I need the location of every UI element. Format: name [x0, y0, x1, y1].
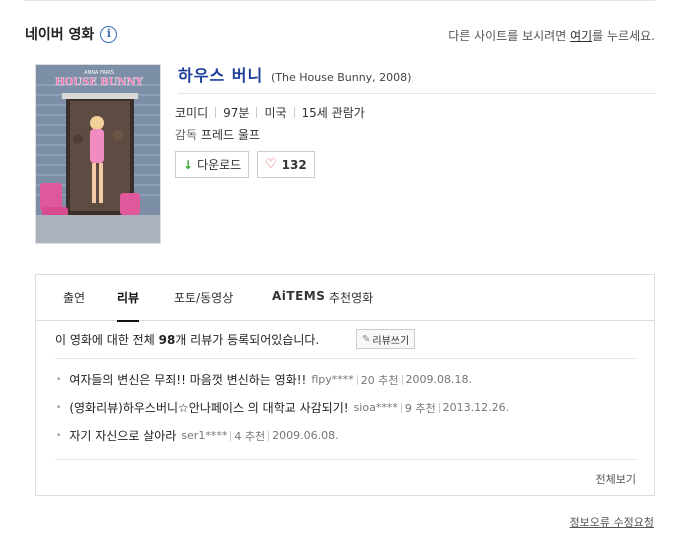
genre: 코미디 [175, 106, 209, 120]
movie-original-title: (The House Bunny, 2008) [271, 71, 412, 84]
external-site-note: 다른 사이트를 보시려면 여기를 누르세요. [448, 29, 655, 43]
separator [293, 107, 295, 118]
svg-text:HOUSE BUNNY: HOUSE BUNNY [55, 77, 144, 88]
report-error-link[interactable]: 정보오류 수정요청 [570, 514, 654, 530]
review-recommend: 9 추천 [404, 401, 436, 415]
review-count-text: 이 영화에 대한 전체 98개 리뷰가 등록되어있습니다. [55, 333, 320, 347]
review-date: 2009.06.08. [272, 429, 339, 442]
review-date: 2009.08.18. [405, 373, 472, 386]
separator [401, 374, 403, 385]
top-divider [24, 0, 655, 1]
download-button[interactable]: ↓ 다운로드 [175, 151, 250, 178]
review-count: 98 [158, 333, 176, 347]
divider [55, 358, 637, 359]
review-item[interactable]: • 자기 자신으로 살아라 ser1**** 4 추천 2009.06.08. [56, 427, 339, 444]
svg-text:ANNA FARIS: ANNA FARIS [84, 70, 114, 76]
review-user: ser1**** [181, 429, 228, 442]
review-title[interactable]: 여자들의 변신은 무죄!! 마음껏 변신하는 영화!! [69, 371, 306, 388]
pencil-icon: ✎ [362, 333, 371, 345]
poster-image: ANNA FARIS HOUSE BUNNY [36, 65, 160, 243]
separator [268, 430, 270, 441]
section-title: 네이버 영화 [25, 27, 95, 43]
separator [438, 402, 440, 413]
movie-title-link[interactable]: 하우스 버니 [178, 66, 263, 85]
divider [55, 459, 637, 460]
tab-bar: 출연 리뷰 포토/동영상 AiTEMS 추천영화 [36, 275, 654, 322]
tab-recommended[interactable]: 추천영화 [329, 289, 373, 320]
info-icon[interactable]: i [100, 25, 118, 43]
movie-poster[interactable]: ANNA FARIS HOUSE BUNNY [35, 64, 161, 244]
movie-title-row: 하우스 버니 (The House Bunny, 2008) [178, 62, 655, 94]
download-label: 다운로드 [197, 158, 242, 172]
runtime: 97분 [223, 106, 250, 120]
review-recommend: 20 추천 [360, 373, 399, 387]
like-button[interactable]: ♡ 132 [257, 151, 315, 178]
separator [400, 402, 402, 413]
separator [230, 430, 232, 441]
review-item[interactable]: • (영화리뷰)하우스버니☆안나페이스 의 대학교 사감되기! sioa****… [56, 399, 509, 416]
age-rating: 15세 관람가 [301, 106, 365, 120]
write-review-button[interactable]: ✎ 리뷰쓰기 [356, 329, 416, 349]
section-header: 네이버 영화 i [25, 24, 118, 44]
bullet-icon: • [56, 402, 62, 413]
tab-cast[interactable]: 출연 [63, 289, 85, 320]
review-user: flpy**** [311, 373, 354, 386]
tab-review[interactable]: 리뷰 [117, 289, 140, 322]
movie-meta: 코미디 97분 미국 15세 관람가 [175, 104, 365, 121]
view-all-link[interactable]: 전체보기 [596, 471, 636, 487]
like-count: 132 [281, 157, 307, 172]
country: 미국 [264, 106, 287, 120]
tab-photo-video[interactable]: 포토/동영상 [174, 289, 233, 320]
heart-icon: ♡ [265, 157, 277, 172]
review-user: sioa**** [353, 401, 398, 414]
external-site-link[interactable]: 여기 [570, 29, 592, 43]
bullet-icon: • [56, 374, 62, 385]
director-label: 감독 [175, 128, 198, 142]
review-item[interactable]: • 여자들의 변신은 무죄!! 마음껏 변신하는 영화!! flpy**** 2… [56, 371, 472, 388]
director-name[interactable]: 프레드 울프 [201, 128, 260, 142]
review-title[interactable]: (영화리뷰)하우스버니☆안나페이스 의 대학교 사감되기! [69, 399, 348, 416]
review-date: 2013.12.26. [442, 401, 510, 414]
review-title[interactable]: 자기 자신으로 살아라 [69, 427, 176, 444]
director-row: 감독 프레드 울프 [175, 126, 260, 143]
separator [256, 107, 258, 118]
review-panel: 출연 리뷰 포토/동영상 AiTEMS 추천영화 이 영화에 대한 전체 98개… [35, 274, 655, 496]
separator [215, 107, 217, 118]
tab-aitems[interactable]: AiTEMS [272, 289, 325, 317]
download-icon: ↓ [183, 157, 194, 172]
bullet-icon: • [56, 430, 62, 441]
review-recommend: 4 추천 [234, 429, 266, 443]
separator [356, 374, 358, 385]
